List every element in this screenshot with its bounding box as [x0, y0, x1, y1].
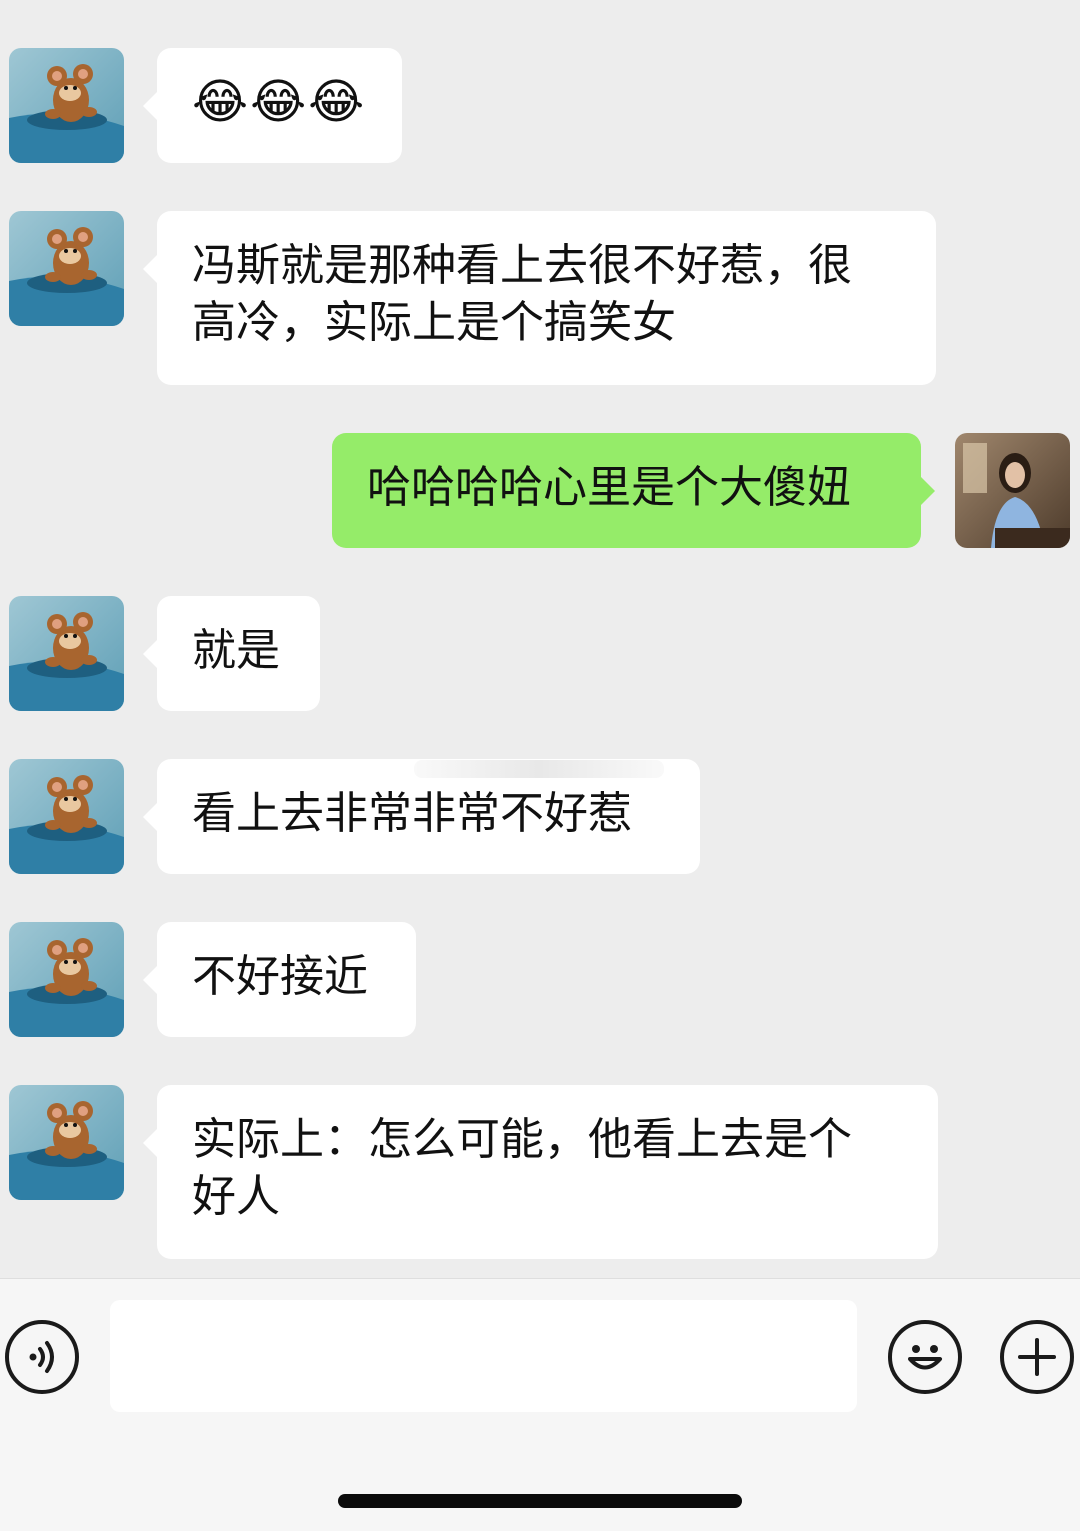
- more-options-button[interactable]: [1000, 1320, 1074, 1394]
- contact-avatar[interactable]: [9, 922, 124, 1037]
- jerry-mouse-avatar-icon: [9, 596, 124, 711]
- contact-avatar[interactable]: [9, 48, 124, 163]
- jerry-mouse-avatar-icon: [9, 1085, 124, 1200]
- message-text-line: 就是: [192, 625, 280, 676]
- blurred-overlay: [414, 760, 664, 778]
- message-bubble-incoming[interactable]: 实际上：怎么可能，他看上去是个 好人: [143, 1085, 938, 1259]
- jerry-mouse-avatar-icon: [9, 759, 124, 874]
- message-bubble-outgoing[interactable]: 哈哈哈哈心里是个大傻妞: [332, 433, 935, 548]
- message-text-line: 哈哈哈哈心里是个大傻妞: [367, 462, 851, 513]
- chat-screen: 😂😂😂 冯斯就是那种看上去很不好惹，很 高冷，实际上是个搞笑女 哈哈哈哈心里是个…: [0, 0, 1080, 1531]
- voice-input-button[interactable]: [5, 1320, 79, 1394]
- self-avatar[interactable]: [955, 433, 1070, 548]
- jerry-mouse-avatar-icon: [9, 48, 124, 163]
- laughing-emoji-group: 😂😂😂: [192, 74, 367, 130]
- plus-icon: [1018, 1338, 1056, 1376]
- message-bubble-incoming[interactable]: 就是: [143, 596, 320, 711]
- emoji-smile-icon: [908, 1345, 942, 1370]
- home-indicator: [338, 1494, 742, 1508]
- voice-input-icon: [29, 1341, 54, 1373]
- message-text-line: 冯斯就是那种看上去很不好惹，很: [192, 240, 852, 291]
- message-text-line: 高冷，实际上是个搞笑女: [192, 297, 676, 348]
- message-text-line: 不好接近: [192, 951, 368, 1002]
- contact-avatar[interactable]: [9, 211, 124, 326]
- message-input[interactable]: [110, 1300, 857, 1412]
- user-photo-avatar-icon: [955, 433, 1070, 548]
- message-bubble-incoming[interactable]: 不好接近: [143, 922, 416, 1037]
- message-text-line: 好人: [192, 1171, 280, 1222]
- message-bubble-incoming[interactable]: 😂😂😂: [143, 48, 402, 163]
- message-text-line: 实际上：怎么可能，他看上去是个: [192, 1114, 852, 1165]
- contact-avatar[interactable]: [9, 1085, 124, 1200]
- message-bubble-incoming[interactable]: 冯斯就是那种看上去很不好惹，很 高冷，实际上是个搞笑女: [143, 211, 936, 385]
- contact-avatar[interactable]: [9, 596, 124, 711]
- jerry-mouse-avatar-icon: [9, 922, 124, 1037]
- contact-avatar[interactable]: [9, 759, 124, 874]
- jerry-mouse-avatar-icon: [9, 211, 124, 326]
- message-text-line: 看上去非常非常不好惹: [192, 788, 632, 839]
- emoji-button[interactable]: [888, 1320, 962, 1394]
